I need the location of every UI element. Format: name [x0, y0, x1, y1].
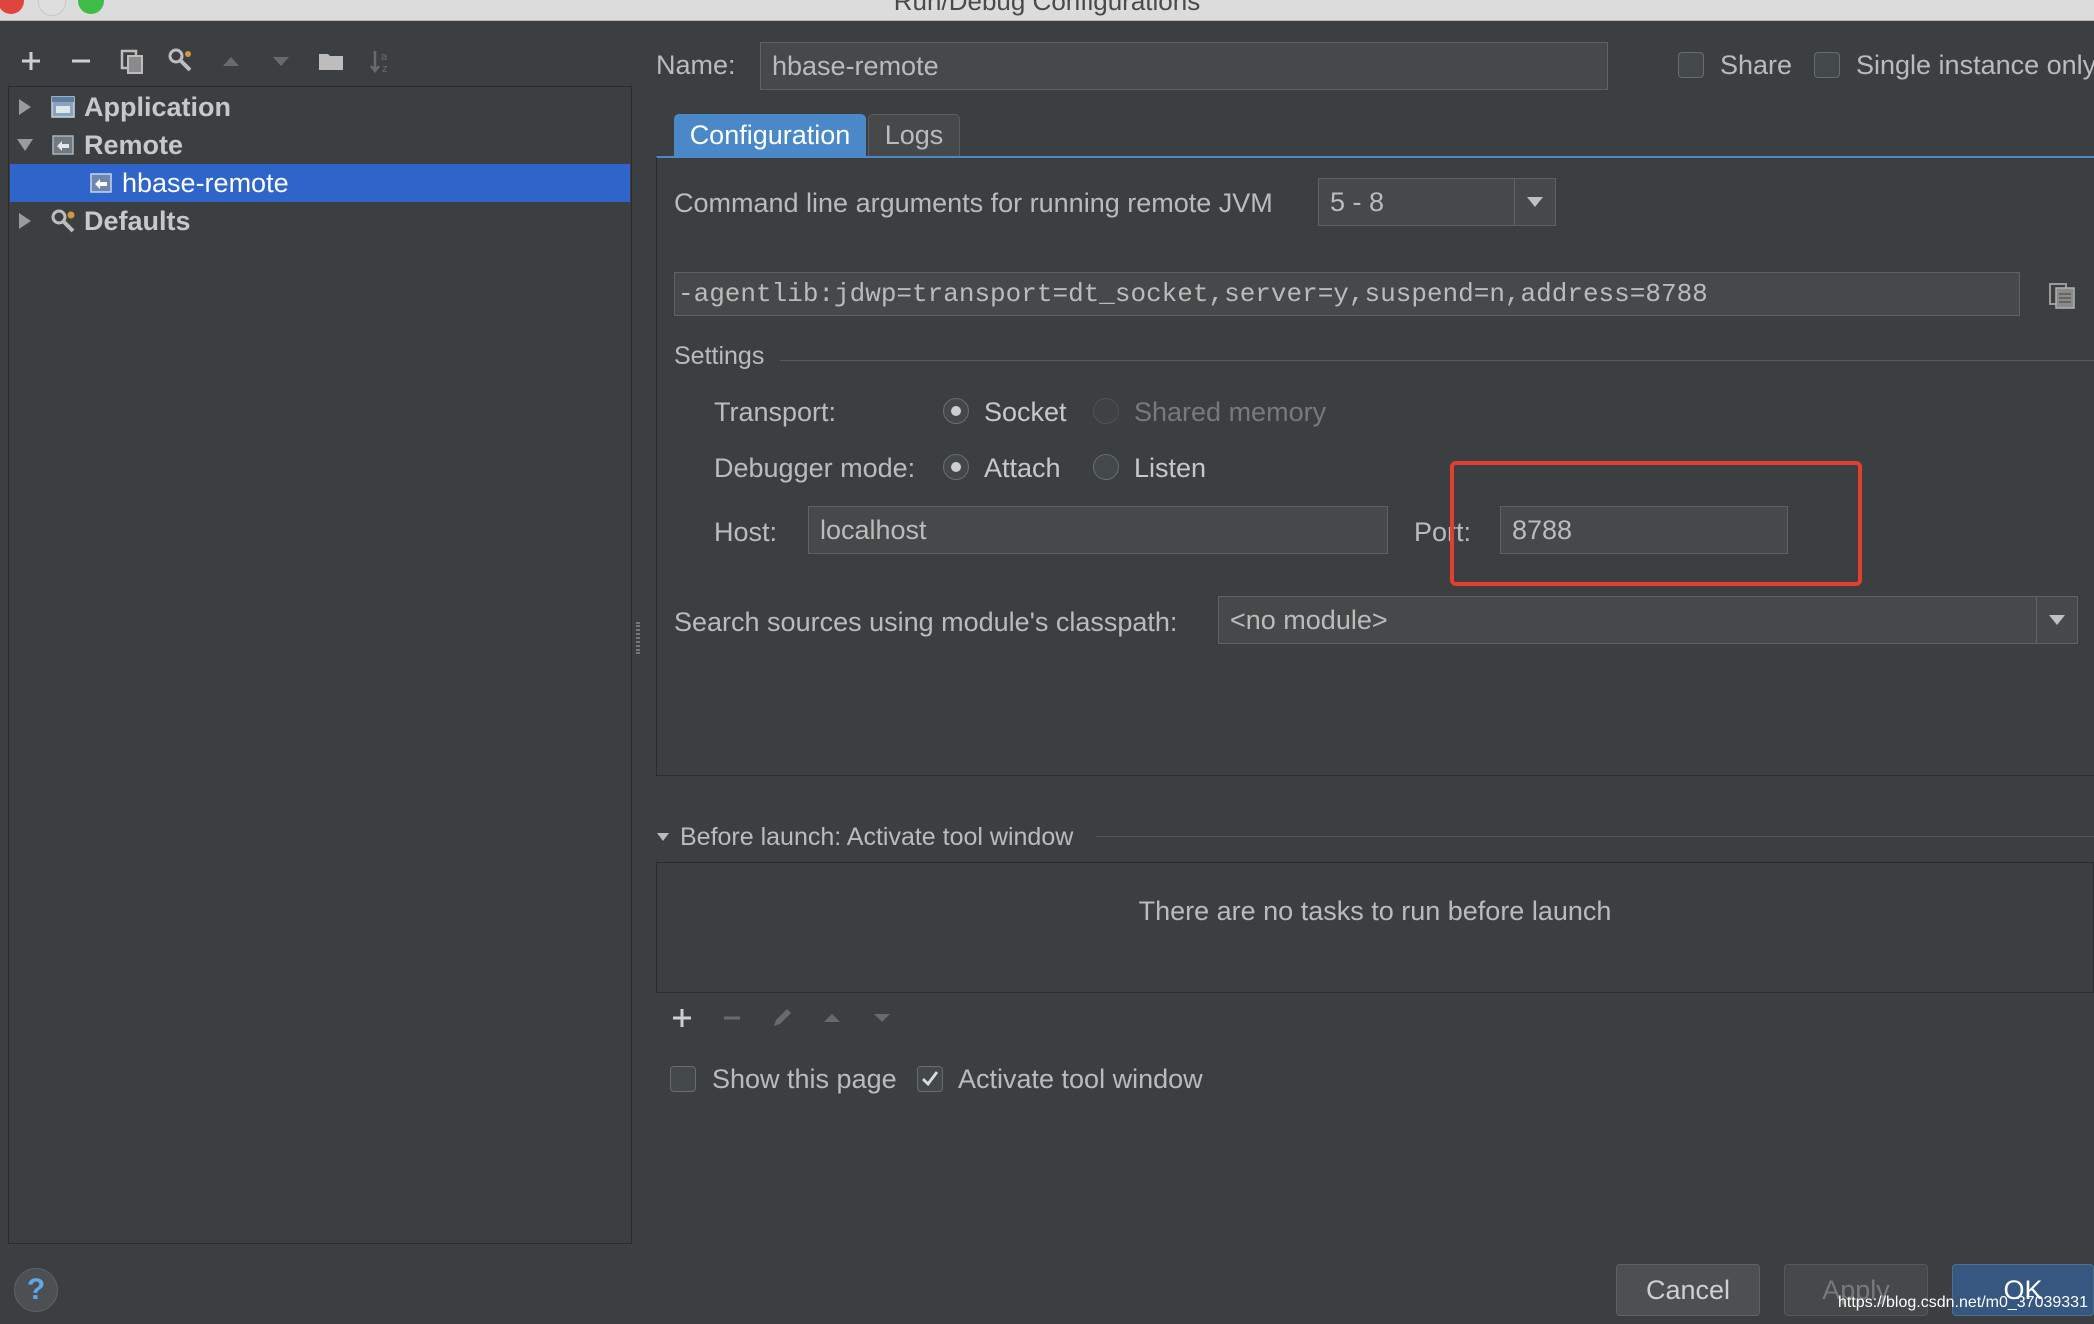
edit-task-icon[interactable] [766, 1002, 798, 1034]
help-button[interactable]: ? [14, 1268, 58, 1312]
add-icon[interactable] [14, 44, 48, 78]
jvm-args-label: Command line arguments for running remot… [674, 188, 1273, 218]
move-down-icon[interactable] [264, 44, 298, 78]
checkmark-icon [922, 1071, 939, 1087]
tree-item-label: hbase-remote [122, 167, 289, 198]
shared-memory-label: Shared memory [1134, 397, 1327, 427]
jvm-version-select[interactable]: 5 - 8 [1318, 178, 1556, 226]
copy-icon[interactable] [115, 44, 149, 78]
attach-radio[interactable] [943, 454, 969, 480]
remove-task-icon[interactable] [716, 1002, 748, 1034]
move-task-down-icon[interactable] [866, 1002, 898, 1034]
before-launch-title: Before launch: Activate tool window [680, 823, 1074, 851]
expand-arrow-icon[interactable] [14, 96, 36, 118]
application-icon [48, 92, 78, 122]
sort-icon[interactable]: az [364, 44, 398, 78]
jvm-args-text: -agentlib:jdwp=transport=dt_socket,serve… [678, 279, 1708, 309]
collapse-arrow-icon[interactable] [14, 134, 36, 156]
tree-item-label: Application [84, 91, 231, 122]
remove-icon[interactable] [64, 44, 98, 78]
tab-label: Logs [884, 120, 944, 150]
remote-icon [48, 130, 78, 160]
shared-memory-radio[interactable] [1093, 398, 1119, 424]
show-this-page-label: Show this page [712, 1064, 897, 1094]
add-task-icon[interactable] [666, 1002, 698, 1034]
annotation-highlight-box [1450, 461, 1862, 586]
name-field[interactable] [760, 42, 1608, 90]
module-select[interactable]: <no module> [1218, 596, 2078, 644]
move-task-up-icon[interactable] [816, 1002, 848, 1034]
host-field[interactable] [808, 506, 1388, 554]
single-instance-label: Single instance only [1856, 50, 2094, 80]
splitter-handle[interactable] [636, 622, 640, 654]
edit-defaults-icon[interactable] [164, 44, 198, 78]
tab-label: Configuration [689, 119, 851, 150]
socket-radio[interactable] [943, 398, 969, 424]
jvm-args-field[interactable]: -agentlib:jdwp=transport=dt_socket,serve… [674, 272, 2020, 316]
settings-separator [780, 360, 2094, 361]
activate-tool-window-checkbox[interactable] [917, 1066, 943, 1092]
svg-text:a: a [381, 51, 388, 63]
collapse-before-launch-icon[interactable] [656, 830, 670, 844]
share-checkbox[interactable] [1678, 52, 1704, 78]
tree-item-hbase-remote[interactable]: hbase-remote [10, 164, 630, 202]
chevron-down-icon[interactable] [1514, 179, 1555, 225]
name-label: Name: [656, 50, 736, 80]
settings-title: Settings [674, 342, 765, 370]
activate-tool-window-label: Activate tool window [958, 1064, 1203, 1094]
configuration-tree[interactable] [8, 86, 632, 1244]
listen-label: Listen [1134, 453, 1207, 483]
tree-item-defaults[interactable]: Defaults [14, 202, 630, 240]
chevron-down-icon[interactable] [2036, 597, 2077, 643]
classpath-label: Search sources using module's classpath: [674, 607, 1178, 637]
copy-to-clipboard-icon[interactable] [2046, 278, 2078, 310]
before-launch-separator [1096, 836, 2094, 837]
watermark-text: https://blog.csdn.net/m0_37039331 [1838, 1294, 2088, 1311]
cancel-button[interactable]: Cancel [1616, 1264, 1760, 1316]
folder-icon[interactable] [314, 44, 348, 78]
show-this-page-checkbox[interactable] [670, 1066, 696, 1092]
socket-label: Socket [984, 397, 1067, 427]
module-select-value: <no module> [1230, 604, 1388, 635]
tree-item-application[interactable]: Application [14, 88, 630, 126]
empty-task-list-text: There are no tasks to run before launch [1138, 896, 1612, 926]
remote-config-icon [86, 168, 116, 198]
transport-label: Transport: [714, 397, 837, 427]
defaults-icon [48, 206, 78, 236]
tree-item-remote[interactable]: Remote [14, 126, 630, 164]
window-title: Run/Debug Configurations [893, 0, 1201, 16]
jvm-version-value: 5 - 8 [1330, 186, 1385, 217]
tree-item-label: Remote [84, 129, 184, 160]
svg-text:z: z [382, 63, 388, 75]
listen-radio[interactable] [1093, 454, 1119, 480]
tab-configuration[interactable]: Configuration [674, 114, 866, 156]
debugger-mode-label: Debugger mode: [714, 453, 916, 483]
host-label: Host: [714, 517, 778, 547]
tree-item-label: Defaults [84, 205, 191, 236]
expand-arrow-icon[interactable] [14, 210, 36, 232]
single-instance-checkbox[interactable] [1814, 52, 1840, 78]
share-label: Share [1720, 50, 1793, 80]
move-up-icon[interactable] [214, 44, 248, 78]
attach-label: Attach [984, 453, 1061, 483]
tab-logs[interactable]: Logs [868, 114, 960, 156]
title-bar: Run/Debug Configurations [0, 0, 2094, 21]
